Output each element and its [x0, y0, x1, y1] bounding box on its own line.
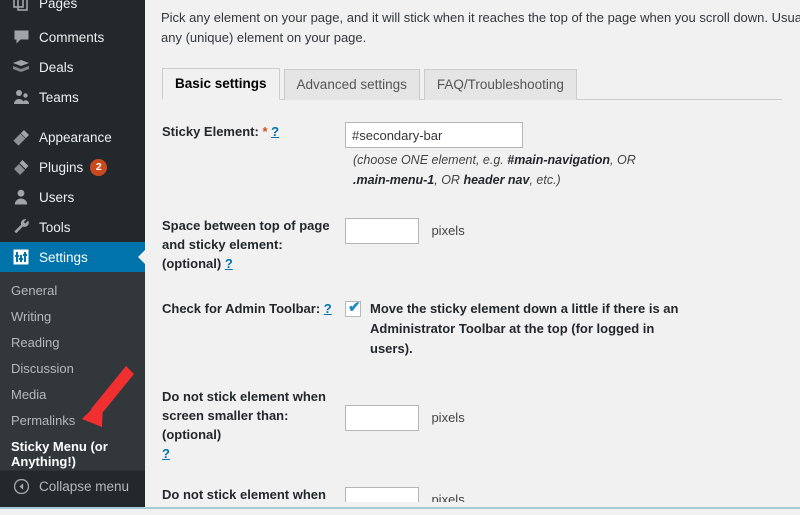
sidebar-item-tools[interactable]: Tools: [0, 212, 145, 242]
sidebar-item-label: Comments: [39, 29, 105, 45]
sidebar-item-label: Teams: [39, 89, 79, 105]
sidebar-item-label: Users: [39, 189, 75, 205]
tab-faq-troubleshooting[interactable]: FAQ/Troubleshooting: [423, 69, 577, 100]
submenu-item-media[interactable]: Media: [0, 382, 145, 408]
sticky-element-input[interactable]: [345, 122, 523, 148]
sidebar-item-label: Plugins: [39, 159, 84, 175]
help-icon-space-top[interactable]: ?: [225, 256, 233, 271]
sticky-element-label: Sticky Element: * ?: [145, 122, 345, 141]
intro-description: Pick any element on your page, and it wi…: [145, 0, 800, 48]
space-top-unit: pixels: [431, 223, 465, 239]
tab-basic-settings[interactable]: Basic settings: [162, 68, 280, 100]
admin-toolbar-label: Check for Admin Toolbar: ?: [145, 299, 345, 318]
plugins-update-badge: 2: [90, 158, 108, 176]
sidebar-item-label: Settings: [39, 249, 88, 265]
submenu-item-general[interactable]: General: [0, 278, 145, 304]
sticky-element-label-text: Sticky Element:: [162, 124, 259, 139]
sidebar-separator: [0, 112, 145, 122]
space-top-input[interactable]: [345, 218, 419, 244]
sidebar-item-label: Deals: [39, 59, 74, 75]
help-icon-sticky-element[interactable]: ?: [271, 124, 279, 139]
admin-toolbar-text-line2: Administrator Toolbar at the top (for lo…: [370, 321, 655, 356]
admin-sidebar: Pages Comments Deals Teams Appearance Pl…: [0, 0, 145, 515]
settings-submenu: General Writing Reading Discussion Media…: [0, 272, 145, 482]
screen-smaller-input[interactable]: [345, 405, 419, 431]
settings-icon: [11, 247, 31, 267]
hint-main-menu-1: .main-menu-1: [353, 173, 435, 187]
collapse-menu-label: Collapse menu: [39, 479, 130, 494]
screen-smaller-label: Do not stick element when screen smaller…: [145, 387, 345, 463]
space-top-label-line2: and sticky element: (optional): [162, 237, 283, 271]
hint-part-g: , etc.): [529, 173, 561, 187]
pages-icon: [11, 0, 31, 13]
submenu-item-discussion[interactable]: Discussion: [0, 356, 145, 382]
sidebar-item-users[interactable]: Users: [0, 182, 145, 212]
space-top-field: pixels: [345, 216, 800, 244]
form-row-sticky-element: Sticky Element: * ? (choose ONE element,…: [145, 122, 800, 188]
sidebar-item-pages[interactable]: Pages: [0, 0, 145, 14]
settings-form: Sticky Element: * ? (choose ONE element,…: [145, 122, 800, 515]
required-marker: *: [262, 124, 268, 139]
screen-smaller-label-line2: screen smaller than: (optional): [162, 408, 289, 442]
admin-toolbar-label-text: Check for Admin Toolbar:: [162, 301, 321, 316]
wordpress-admin-screen: Pages Comments Deals Teams Appearance Pl…: [0, 0, 800, 515]
tools-icon: [11, 217, 31, 237]
sidebar-item-settings[interactable]: Settings: [0, 242, 145, 272]
sidebar-item-teams[interactable]: Teams: [0, 82, 145, 112]
intro-line-2: any (unique) element on your page.: [161, 30, 367, 45]
submenu-item-reading[interactable]: Reading: [0, 330, 145, 356]
sidebar-item-appearance[interactable]: Appearance: [0, 122, 145, 152]
users-icon: [11, 187, 31, 207]
hint-main-navigation: #main-navigation: [507, 153, 611, 167]
form-row-space-top: Space between top of page and sticky ele…: [145, 216, 800, 273]
help-icon-admin-toolbar[interactable]: ?: [324, 301, 332, 316]
viewport-bottom-strip: [0, 502, 800, 515]
submenu-item-sticky-menu[interactable]: Sticky Menu (or Anything!): [0, 434, 120, 474]
admin-toolbar-field: ✔ Move the sticky element down a little …: [345, 299, 800, 359]
help-icon-screen-smaller[interactable]: ?: [162, 446, 170, 461]
admin-toolbar-checkbox[interactable]: ✔: [345, 299, 361, 317]
submenu-item-permalinks[interactable]: Permalinks: [0, 408, 145, 434]
deals-icon: [11, 57, 31, 77]
sidebar-item-deals[interactable]: Deals: [0, 52, 145, 82]
sidebar-item-label: Tools: [39, 219, 71, 235]
active-menu-pointer: [138, 249, 145, 265]
comments-icon: [11, 27, 31, 47]
sidebar-item-label: Pages: [39, 0, 78, 11]
collapse-arrow-icon: [11, 477, 31, 497]
space-top-label-line1: Space between top of page: [162, 218, 330, 233]
hint-part-c: , OR: [610, 153, 636, 167]
badge-count: 2: [95, 161, 102, 173]
sidebar-item-comments[interactable]: Comments: [0, 22, 145, 52]
checkmark-icon: ✔: [348, 299, 361, 316]
settings-main-panel: Pick any element on your page, and it wi…: [145, 0, 800, 515]
space-top-label: Space between top of page and sticky ele…: [145, 216, 345, 273]
screen-smaller-unit: pixels: [431, 410, 465, 426]
intro-line-1: Pick any element on your page, and it wi…: [161, 10, 800, 25]
screen-smaller-label-line1: Do not stick element when: [162, 389, 326, 404]
teams-icon: [11, 87, 31, 107]
plugins-icon: [11, 157, 31, 177]
form-row-screen-smaller: Do not stick element when screen smaller…: [145, 387, 800, 463]
admin-toolbar-description: Move the sticky element down a little if…: [370, 299, 690, 359]
collapse-menu-button[interactable]: Collapse menu: [0, 470, 145, 502]
sidebar-item-label: Appearance: [39, 129, 112, 145]
screen-smaller-field: pixels: [345, 387, 800, 431]
hint-part-a: (choose ONE element, e.g.: [353, 153, 508, 167]
sidebar-item-plugins[interactable]: Plugins 2: [0, 152, 145, 182]
sticky-element-field: (choose ONE element, e.g. #main-navigati…: [345, 122, 800, 188]
appearance-icon: [11, 127, 31, 147]
submenu-item-writing[interactable]: Writing: [0, 304, 145, 330]
hint-part-e: , OR: [434, 173, 464, 187]
settings-tabs: Basic settings Advanced settings FAQ/Tro…: [162, 68, 782, 100]
tab-advanced-settings[interactable]: Advanced settings: [283, 69, 420, 100]
bottom-divider-line: [0, 507, 800, 509]
sticky-element-hint: (choose ONE element, e.g. #main-navigati…: [353, 150, 638, 190]
admin-toolbar-text-line1: Move the sticky element down a little if…: [370, 301, 679, 316]
form-row-admin-toolbar: Check for Admin Toolbar: ? ✔ Move the st…: [145, 299, 800, 359]
hint-header-nav: header nav: [463, 173, 530, 187]
